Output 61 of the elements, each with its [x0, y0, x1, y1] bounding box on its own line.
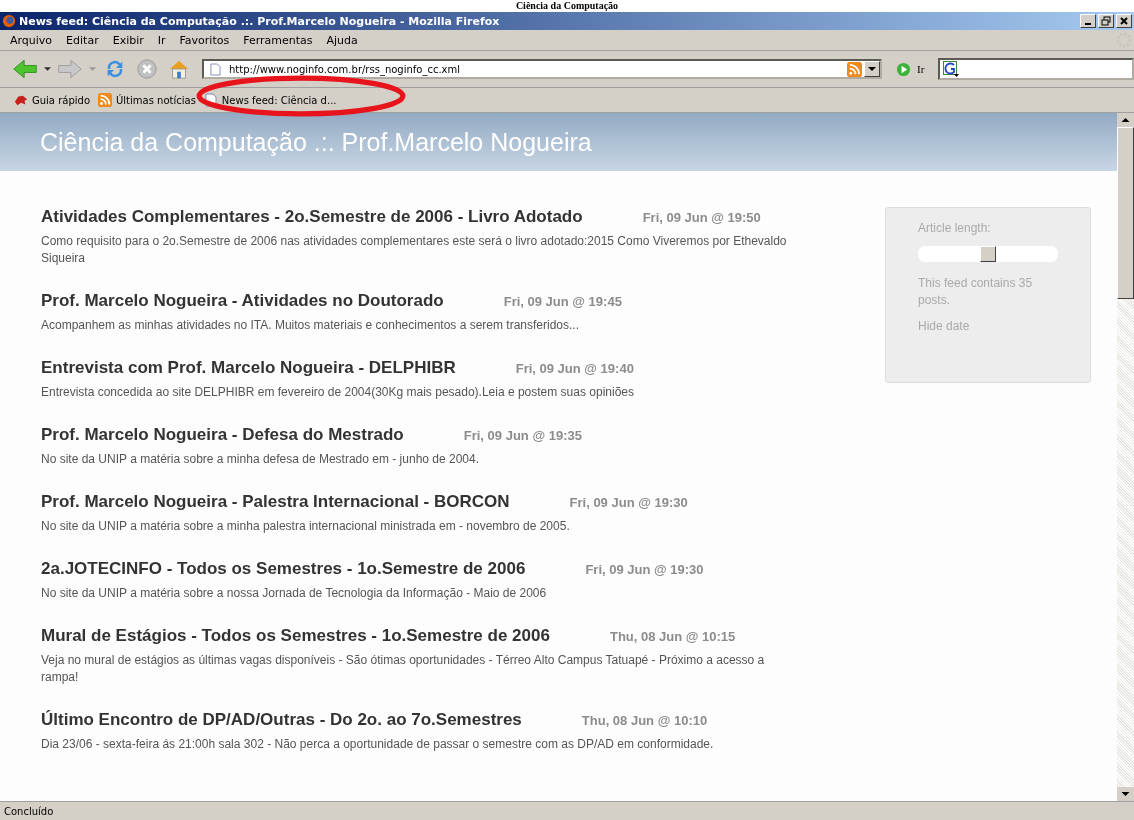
play-icon: [896, 61, 911, 77]
rss-icon: [98, 93, 112, 107]
article-title[interactable]: Prof. Marcelo Nogueira - Defesa do Mestrado: [41, 425, 404, 445]
document-heading: Ciência da Computação: [515, 0, 619, 11]
article-title[interactable]: 2a.JOTECINFO - Todos os Semestres - 1o.Semestre de 2006: [41, 559, 526, 579]
article-date: Fri, 09 Jun @ 19:30: [569, 495, 688, 510]
dropdown-caret-icon[interactable]: [44, 67, 51, 71]
article-title[interactable]: Último Encontro de DP/AD/Outras - Do 2o. ao 7o.Semestres: [41, 710, 522, 730]
article-summary: No site da UNIP a matéria sobre a minha defesa de Mestrado em - junho de 2004.: [41, 451, 481, 468]
window-title: News feed: Ciência da Computação .:. Prof.Marcelo Nogueira - Mozilla Firefox: [19, 14, 500, 28]
menu-item[interactable]: Exibir: [112, 33, 144, 47]
article-summary: Dia 23/06 - sexta-feira ás 21:00h sala 302 - Não perca a oportunidade de passar o semestre com as DP/AD em conformidade.: [41, 736, 715, 753]
article-summary: Veja no mural de estágios as últimas vagas disponíveis - São ótimas oportunidades - Térreo Alto Campus Tatuapé - Próximo a acesso a rampa!: [41, 652, 766, 686]
article-length-label: Article length:: [918, 220, 992, 237]
minimize-button[interactable]: [1080, 14, 1096, 28]
article-date: Fri, 09 Jun @ 19:45: [503, 294, 622, 309]
article-date: Fri, 09 Jun @ 19:50: [642, 210, 761, 225]
article-title[interactable]: Prof. Marcelo Nogueira - Atividades no Doutorado: [41, 291, 444, 311]
vertical-scrollbar[interactable]: [1117, 113, 1134, 801]
bookmark-item[interactable]: Guia rápido: [14, 93, 90, 107]
article-summary: No site da UNIP a matéria sobre a minha palestra internacional ministrada em - novembro de 2005.: [41, 518, 571, 535]
feed-title: Ciência da Computação .:. Prof.Marcelo Nogueira: [40, 127, 592, 157]
menu-item[interactable]: Ferramentas: [243, 33, 313, 47]
menu-item[interactable]: Ir: [157, 33, 166, 47]
address-field[interactable]: http://www.noginfo.com.br/rss_noginfo_cc.xml: [202, 59, 882, 79]
bookmark-item[interactable]: Últimas notícias: [98, 93, 196, 107]
article-summary: Entrevista concedida ao site DELPHIBR em fevereiro de 2004(30Kg mais pesado).Leia e postem suas opiniões: [41, 384, 635, 401]
article-length-slider[interactable]: [918, 246, 1058, 262]
menu-item[interactable]: Ajuda: [326, 33, 358, 47]
menu-item[interactable]: Arquivo: [10, 33, 53, 47]
close-icon: [1119, 16, 1129, 26]
page-icon: [203, 93, 218, 107]
close-button[interactable]: [1116, 14, 1132, 28]
article-title[interactable]: Atividades Complementares - 2o.Semestre de 2006 - Livro Adotado: [41, 207, 583, 227]
go-button[interactable]: Ir: [888, 61, 933, 77]
slider-thumb[interactable]: [980, 246, 996, 262]
article-date: Fri, 09 Jun @ 19:40: [515, 361, 634, 376]
status-text: Concluído: [4, 805, 54, 817]
dropdown-button[interactable]: [864, 61, 880, 77]
post-count-text: This feed contains 35 posts.: [918, 275, 1034, 309]
search-field[interactable]: [938, 58, 1134, 80]
browser-logo-icon: [2, 14, 16, 28]
search-engine-icon[interactable]: [943, 61, 960, 77]
minimize-icon: [1085, 23, 1091, 25]
article-date: Fri, 09 Jun @ 19:30: [585, 562, 704, 577]
article-title[interactable]: Mural de Estágios - Todos os Semestres - 1o.Semestre de 2006: [41, 626, 550, 646]
article-date: Thu, 08 Jun @ 10:15: [609, 629, 736, 644]
menu-item[interactable]: Editar: [66, 33, 99, 47]
article-date: Thu, 08 Jun @ 10:10: [581, 713, 708, 728]
article-date: Fri, 09 Jun @ 19:35: [463, 428, 582, 443]
article-summary: No site da UNIP a matéria sobre a nossa Jornada de Tecnologia da Informação - Maio de 2006: [41, 585, 548, 602]
article-title[interactable]: Prof. Marcelo Nogueira - Palestra Internacional - BORCON: [41, 492, 510, 512]
restore-button[interactable]: [1098, 14, 1114, 28]
article-summary: Acompanhem as minhas atividades no ITA. Muitos materiais e conhecimentos a serem transferidos...: [41, 317, 581, 334]
article-summary: Como requisito para o 2o.Semestre de 2006 nas atividades complementares este será o livro adotado:2015 Como Viveremos por Ethevaldo Siqueira: [41, 233, 788, 267]
back-arrow-icon[interactable]: [12, 58, 38, 80]
page-icon: [210, 62, 221, 76]
article-title[interactable]: Entrevista com Prof. Marcelo Nogueira - DELPHIBR: [41, 358, 456, 378]
menu-item[interactable]: Favoritos: [179, 33, 230, 47]
restore-icon: [1101, 16, 1111, 26]
caret-icon: [868, 67, 876, 71]
